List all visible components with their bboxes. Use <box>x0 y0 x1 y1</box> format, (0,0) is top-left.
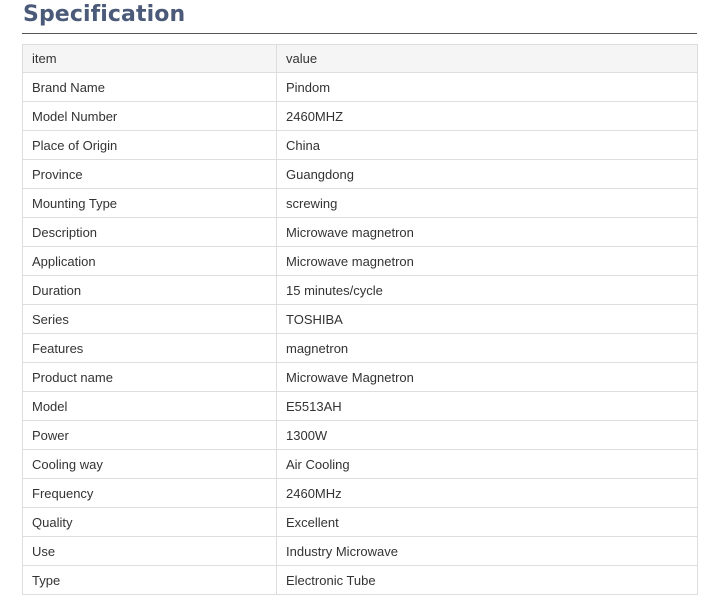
row-value: TOSHIBA <box>276 304 698 334</box>
specification-section: Specification item value Brand Name Pindo… <box>22 0 698 595</box>
row-value: screwing <box>276 188 698 218</box>
row-item-label: Application <box>22 246 277 276</box>
title-divider <box>22 33 697 34</box>
row-item-label: Place of Origin <box>22 130 277 160</box>
row-value: magnetron <box>276 333 698 363</box>
row-value: Pindom <box>276 72 698 102</box>
table-row: Product name Microwave Magnetron <box>22 362 698 392</box>
row-item-label: Power <box>22 420 277 450</box>
row-value: Electronic Tube <box>276 565 698 595</box>
table-row: Model Number 2460MHZ <box>22 101 698 131</box>
table-header-row: item value <box>22 44 698 73</box>
row-item-label: Type <box>22 565 277 595</box>
table-row: Duration 15 minutes/cycle <box>22 275 698 305</box>
table-row: Place of Origin China <box>22 130 698 160</box>
table-row: Mounting Type screwing <box>22 188 698 218</box>
row-value: Microwave magnetron <box>276 246 698 276</box>
row-item-label: Features <box>22 333 277 363</box>
table-row: Province Guangdong <box>22 159 698 189</box>
specification-table-body: item value Brand Name Pindom Model Number 2… <box>22 44 698 595</box>
table-row: Type Electronic Tube <box>22 565 698 595</box>
table-row: Brand Name Pindom <box>22 72 698 102</box>
row-item-label: Mounting Type <box>22 188 277 218</box>
table-row: Features magnetron <box>22 333 698 363</box>
table-row: Frequency 2460MHz <box>22 478 698 508</box>
table-row: Quality Excellent <box>22 507 698 537</box>
row-item-label: Frequency <box>22 478 277 508</box>
row-item-label: Model <box>22 391 277 421</box>
row-item-label: Use <box>22 536 277 566</box>
table-row: Model E5513AH <box>22 391 698 421</box>
row-value: Industry Microwave <box>276 536 698 566</box>
section-title: Specification <box>23 2 186 27</box>
row-item-label: Duration <box>22 275 277 305</box>
table-row: Description Microwave magnetron <box>22 217 698 247</box>
table-row: Power 1300W <box>22 420 698 450</box>
row-value: 15 minutes/cycle <box>276 275 698 305</box>
row-value: Microwave Magnetron <box>276 362 698 392</box>
row-value: 1300W <box>276 420 698 450</box>
table-row: Use Industry Microwave <box>22 536 698 566</box>
row-value: Air Cooling <box>276 449 698 479</box>
table-row: Series TOSHIBA <box>22 304 698 334</box>
row-item-label: Quality <box>22 507 277 537</box>
table-row: Cooling way Air Cooling <box>22 449 698 479</box>
row-value: Microwave magnetron <box>276 217 698 247</box>
row-item-label: Product name <box>22 362 277 392</box>
column-header-item: item <box>22 44 277 73</box>
specification-table: item value Brand Name Pindom Model Number 2… <box>22 44 698 595</box>
column-header-value: value <box>276 44 698 73</box>
row-value: Excellent <box>276 507 698 537</box>
row-item-label: Brand Name <box>22 72 277 102</box>
row-item-label: Province <box>22 159 277 189</box>
row-item-label: Series <box>22 304 277 334</box>
row-value: E5513AH <box>276 391 698 421</box>
row-value: China <box>276 130 698 160</box>
row-item-label: Description <box>22 217 277 247</box>
row-item-label: Cooling way <box>22 449 277 479</box>
table-row: Application Microwave magnetron <box>22 246 698 276</box>
row-value: 2460MHZ <box>276 101 698 131</box>
row-value: 2460MHz <box>276 478 698 508</box>
row-value: Guangdong <box>276 159 698 189</box>
row-item-label: Model Number <box>22 101 277 131</box>
